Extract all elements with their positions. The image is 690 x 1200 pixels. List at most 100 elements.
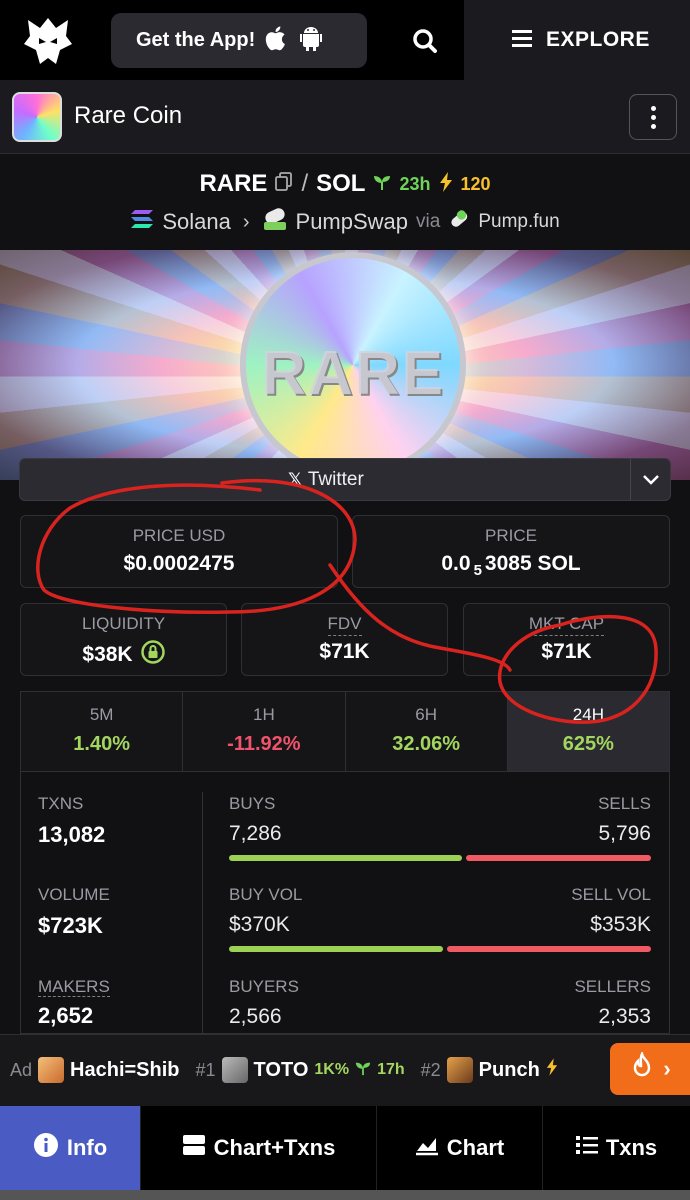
price-sol-value: 0.0 5 3085 SOL <box>441 552 581 580</box>
hachi-token-icon <box>38 1057 65 1083</box>
chain-name[interactable]: Solana <box>162 209 231 235</box>
volume-stat: VOLUME $723K <box>38 885 110 938</box>
chevron-right-icon: › <box>242 210 250 233</box>
list-icon <box>575 1135 598 1161</box>
ticker-item-punch[interactable]: Punch <box>479 1059 540 1082</box>
ticker-item-toto[interactable]: TOTO <box>254 1059 309 1082</box>
bottom-tab-bar: Info Chart+Txns Chart Txns <box>0 1106 690 1190</box>
buy-sell-volume: BUY VOL SELL VOL $370K $353K <box>229 885 651 952</box>
ad-label: Ad <box>10 1059 33 1080</box>
lightning-icon <box>546 1058 558 1082</box>
tab-1h[interactable]: 1H -11.92% <box>183 692 346 771</box>
tab-info[interactable]: Info <box>0 1106 141 1190</box>
pair-base: RARE <box>199 170 268 197</box>
x-logo-icon: 𝕏 <box>288 469 302 489</box>
tab-txns[interactable]: Txns <box>543 1106 690 1190</box>
tab-6h[interactable]: 6H 32.06% <box>346 692 508 771</box>
chart-icon <box>415 1134 439 1162</box>
tab-chart-label: Chart <box>446 1135 505 1160</box>
mktcap-label: MKT CAP <box>528 614 605 636</box>
transaction-stats: TXNS 13,082 VOLUME $723K MAKERS 2,652 BU… <box>20 772 670 1034</box>
trending-ticker: Ad Hachi=Shib #1 TOTO 1K% 17h #2 Punch <box>0 1034 690 1106</box>
lock-icon <box>140 640 165 670</box>
get-app-button[interactable]: Get the App! <box>111 13 367 68</box>
chevron-down-icon[interactable] <box>630 459 670 500</box>
mktcap-value: $71K <box>541 640 592 663</box>
pair-separator: / <box>301 170 309 197</box>
buys-sells-bar <box>229 855 651 861</box>
dexscreener-logo-icon[interactable] <box>22 14 74 68</box>
liquidity-value: $38K <box>21 640 226 670</box>
bottom-edge <box>0 1190 690 1200</box>
token-avatar <box>12 92 62 142</box>
pair-info: RARE / SOL 23h 120 Solana › PumpSwap via… <box>0 155 690 250</box>
explore-menu-button[interactable]: EXPLORE <box>464 0 690 80</box>
ticker-toto-age: 17h <box>377 1061 405 1078</box>
lightning-icon <box>439 171 453 197</box>
twitter-label: Twitter <box>307 468 364 490</box>
ticker-rank-2: #2 <box>420 1059 441 1080</box>
tab-info-label: Info <box>66 1135 108 1160</box>
dex-name[interactable]: PumpSwap <box>296 209 409 235</box>
boost-count: 120 <box>460 173 491 194</box>
fire-icon <box>629 1050 655 1086</box>
more-options-icon[interactable] <box>629 94 677 140</box>
launchpad-name[interactable]: Pump.fun <box>478 211 559 233</box>
txns-stat: TXNS 13,082 <box>38 794 106 847</box>
liquidity-label: LIQUIDITY <box>81 614 166 633</box>
get-app-label: Get the App! <box>136 29 256 51</box>
explore-label: EXPLORE <box>546 28 650 51</box>
rare-coin-image: RARE <box>240 252 466 478</box>
split-view-icon <box>182 1134 206 1162</box>
mktcap-card: MKT CAP $71K <box>463 603 670 676</box>
seedling-icon <box>373 173 391 196</box>
fdv-label: FDV <box>327 614 362 636</box>
token-name: Rare Coin <box>74 102 183 129</box>
pair-quote: SOL <box>316 170 366 197</box>
tab-5m[interactable]: 5M 1.40% <box>21 692 184 771</box>
seedling-icon <box>355 1059 371 1082</box>
tab-chart[interactable]: Chart <box>377 1106 543 1190</box>
token-banner-image: RARE <box>0 250 690 480</box>
coin-text: RARE <box>261 339 445 408</box>
ticker-rank-1: #1 <box>195 1059 216 1080</box>
solana-icon <box>130 209 154 235</box>
search-icon[interactable] <box>404 22 446 60</box>
chain-breadcrumb: Solana › PumpSwap via Pump.fun <box>0 207 690 237</box>
tab-24h[interactable]: 24H 625% <box>507 692 669 771</box>
timeframe-tabs: 5M 1.40% 1H -11.92% 6H 32.06% 24H 625% <box>20 691 670 772</box>
price-usd-card: PRICE USD $0.0002475 <box>20 515 338 588</box>
buys-sells: BUYS SELLS 7,286 5,796 <box>229 794 651 861</box>
tab-chart-txns[interactable]: Chart+Txns <box>141 1106 377 1190</box>
hamburger-icon <box>512 29 532 52</box>
pair-age: 23h <box>399 173 431 194</box>
makers-stat: MAKERS 2,652 <box>38 977 110 1028</box>
tab-chart-txns-label: Chart+Txns <box>213 1135 336 1160</box>
ticker-toto-pct: 1K% <box>314 1061 350 1078</box>
via-label: via <box>416 211 441 232</box>
liquidity-card: LIQUIDITY $38K <box>20 603 227 676</box>
toto-token-icon <box>221 1057 248 1083</box>
price-usd-value: $0.0002475 <box>123 552 235 575</box>
price-sol-card: PRICE 0.0 5 3085 SOL <box>352 515 670 588</box>
price-usd-label: PRICE USD <box>132 526 226 545</box>
top-nav: Get the App! EXPLORE <box>0 0 690 80</box>
tab-txns-label: Txns <box>605 1135 658 1160</box>
fdv-card: FDV $71K <box>241 603 448 676</box>
info-icon <box>33 1132 59 1164</box>
pair-line: RARE / SOL 23h 120 <box>0 170 690 198</box>
chevron-right-icon: › <box>663 1056 671 1081</box>
fdv-value: $71K <box>319 640 370 663</box>
buyers-sellers: BUYERS SELLERS 2,566 2,353 <box>229 977 651 1028</box>
pill-icon <box>448 208 470 236</box>
apple-icon <box>265 24 289 57</box>
copy-icon[interactable] <box>275 171 293 197</box>
ticker-item-hachi[interactable]: Hachi=Shib <box>70 1059 179 1082</box>
twitter-link-button[interactable]: 𝕏 Twitter <box>19 458 671 501</box>
trending-button[interactable]: › <box>610 1043 690 1095</box>
token-header: Rare Coin <box>0 80 690 154</box>
android-icon <box>299 24 323 57</box>
price-sol-label: PRICE <box>485 526 537 545</box>
punch-token-icon <box>446 1057 473 1083</box>
volume-bar <box>229 946 651 952</box>
